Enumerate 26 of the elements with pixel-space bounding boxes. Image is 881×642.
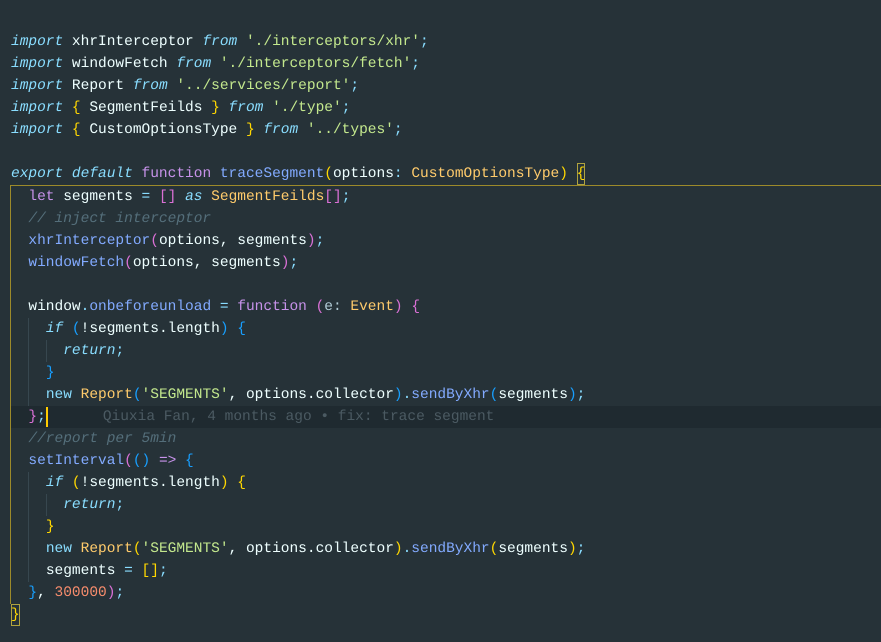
code-line: if (!segments.length) { [11, 472, 246, 494]
code-line: import { CustomOptionsType } from '../types'; [11, 121, 403, 140]
code-line: export default function traceSegment(options: CustomOptionsType) { [11, 163, 586, 185]
code-line: return; [11, 340, 124, 362]
code-comment: // inject interceptor [27, 210, 212, 229]
code-line: xhrInterceptor(options, segments); [27, 232, 324, 251]
code-line: import windowFetch from './interceptors/fetch'; [11, 55, 420, 74]
code-line: } [11, 362, 55, 384]
code-line: }; [27, 408, 46, 427]
code-line: if (!segments.length) { [11, 318, 246, 340]
code-line: }, 300000); [27, 584, 124, 603]
code-line: } [11, 516, 55, 538]
code-line: let segments = [] as SegmentFeilds[]; [27, 188, 350, 207]
code-line: return; [11, 494, 124, 516]
text-cursor [46, 407, 48, 427]
code-line: import xhrInterceptor from './interceptors/xhr'; [11, 33, 429, 52]
code-line: import Report from '../services/report'; [11, 77, 360, 96]
code-line: window.onbeforeunload = function (e: Event) { [27, 298, 420, 317]
code-line: new Report('SEGMENTS', options.collector).sendByXhr(segments); [11, 538, 586, 560]
code-line: segments = []; [11, 560, 168, 582]
code-line: setInterval(() => { [27, 452, 194, 471]
code-line: windowFetch(options, segments); [27, 254, 298, 273]
code-line: } [11, 604, 20, 626]
code-line: new Report('SEGMENTS', options.collector).sendByXhr(segments); [11, 384, 586, 406]
code-line: import { SegmentFeilds } from './type'; [11, 99, 350, 118]
code-comment: //report per 5min [27, 430, 176, 449]
